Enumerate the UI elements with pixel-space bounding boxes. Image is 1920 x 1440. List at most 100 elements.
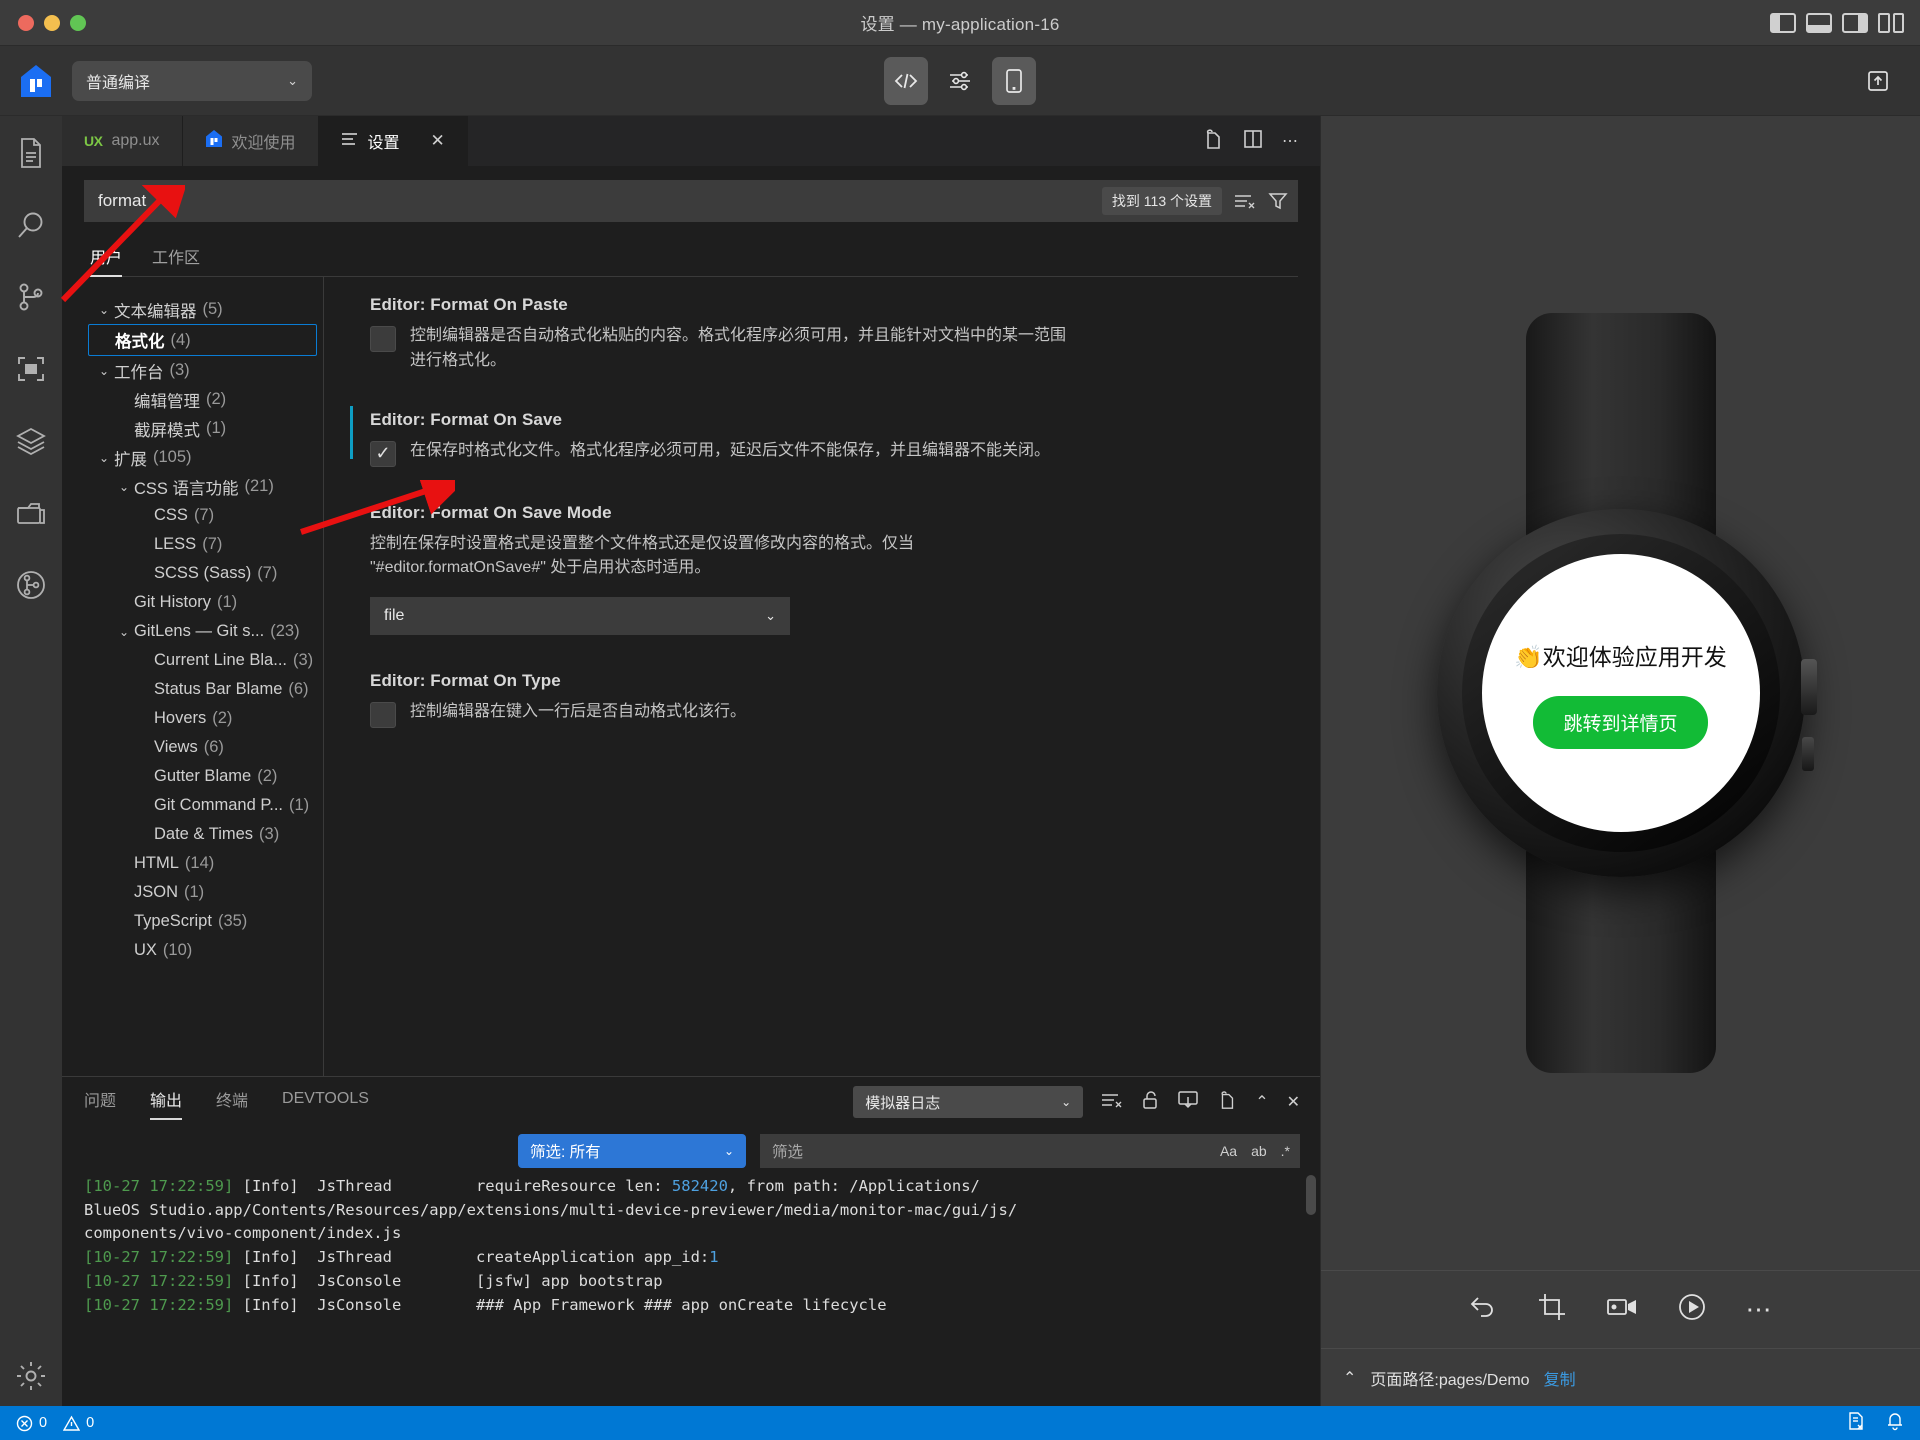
log-filter-input[interactable]: 筛选 Aa ab .* [760,1134,1300,1168]
toc-item[interactable]: ⌄ 工作台 (3) [90,356,323,385]
toc-item[interactable]: ⌄ 文本编辑器 (5) [90,295,323,324]
toc-item[interactable]: 编辑管理 (2) [90,385,323,414]
bell-icon[interactable] [1886,1411,1904,1435]
toc-item[interactable]: ⌄ GitLens — Git s... (23) [90,617,323,646]
close-icon[interactable]: ✕ [1287,1092,1300,1112]
settings-search-box[interactable]: 找到 113 个设置 [84,180,1298,222]
tab-app-ux[interactable]: UX app.ux [62,116,183,166]
toggle-panel-icon[interactable] [1806,12,1832,33]
toc-item[interactable]: 格式化 (4) [88,324,317,356]
explorer-icon[interactable] [12,134,50,172]
toc-item[interactable]: Views (6) [90,733,323,762]
match-whole-word-icon[interactable]: ab [1251,1143,1267,1159]
clear-output-icon[interactable] [1101,1092,1123,1113]
toc-item[interactable]: UX (10) [90,936,323,965]
toc-item-label: CSS 语言功能 [134,479,239,498]
toc-item[interactable]: Date & Times (3) [90,820,323,849]
output-channel-select[interactable]: 模拟器日志 ⌄ [853,1086,1084,1118]
split-editor-icon[interactable] [1242,129,1264,154]
match-case-icon[interactable]: Aa [1220,1143,1237,1159]
clear-filter-icon[interactable] [1234,193,1256,209]
chevron-down-icon[interactable]: ⌄ [94,303,114,317]
panel-tab-devtools[interactable]: DEVTOOLS [282,1090,369,1114]
chevron-down-icon[interactable]: ⌄ [114,480,134,494]
undo-icon[interactable] [1468,1294,1498,1325]
close-icon[interactable]: ✕ [431,131,445,151]
log-level-filter[interactable]: 筛选: 所有 ⌄ [518,1134,746,1168]
output-log[interactable]: [10-27 17:22:59] [Info] JsThread require… [62,1175,1320,1406]
collapse-icon[interactable]: ⌃ [1255,1092,1268,1112]
open-in-editor-icon[interactable] [1177,1090,1199,1115]
copy-path-button[interactable]: 复制 [1544,1366,1576,1390]
play-icon[interactable] [1678,1293,1706,1326]
gear-icon[interactable] [12,1362,50,1406]
chevron-down-icon[interactable]: ⌄ [94,451,114,465]
preview-settings-button[interactable] [938,57,982,105]
toc-item[interactable]: CSS (7) [90,501,323,530]
open-changes-icon[interactable] [1202,128,1224,155]
setting-select[interactable]: file ⌄ [370,597,790,636]
lock-icon[interactable] [1141,1090,1159,1115]
toc-item[interactable]: HTML (14) [90,849,323,878]
toc-item[interactable]: SCSS (Sass) (7) [90,559,323,588]
tab-settings[interactable]: 设置 ✕ [318,116,468,166]
tab-welcome[interactable]: 欢迎使用 [182,116,319,166]
toc-item[interactable]: Git Command P... (1) [90,791,323,820]
output-error-icon[interactable] [1846,1411,1866,1435]
code-view-button[interactable] [884,56,928,105]
collapse-icon[interactable]: ⌃ [1343,1368,1356,1388]
window-controls[interactable] [0,14,86,31]
status-warnings[interactable]: 0 [63,1415,94,1432]
customize-layout-icon[interactable] [1878,12,1904,33]
tab-workspace-settings[interactable]: 工作区 [152,244,200,276]
toc-item[interactable]: Gutter Blame (2) [90,762,323,791]
toc-item[interactable]: LESS (7) [90,530,323,559]
search-input[interactable] [98,191,1102,211]
layers-icon[interactable] [12,422,50,460]
search-icon[interactable] [12,206,50,244]
setting-checkbox[interactable]: ✓ [370,440,396,467]
record-icon[interactable] [1606,1295,1638,1324]
toc-item[interactable]: Git History (1) [90,588,323,617]
title-bar-layout-controls[interactable] [1770,12,1920,33]
toc-item[interactable]: ⌄ CSS 语言功能 (21) [90,472,323,501]
chevron-down-icon[interactable]: ⌄ [94,364,114,378]
log-scrollbar[interactable] [1306,1175,1316,1215]
tab-user-settings[interactable]: 用户 [90,244,123,277]
toggle-primary-sidebar-icon[interactable] [1770,12,1796,33]
toc-item[interactable]: 截屏模式 (1) [90,414,323,443]
toc-item[interactable]: Status Bar Blame (6) [90,675,323,704]
project-folder-icon[interactable] [12,494,50,532]
maximize-window-button[interactable] [70,14,86,31]
panel-tab-output[interactable]: 输出 [150,1087,183,1120]
more-icon[interactable]: ⋯ [1746,1294,1774,1325]
toc-item[interactable]: Hovers (2) [90,704,323,733]
more-actions-icon[interactable]: ⋯ [1282,131,1298,151]
panel-tab-problems[interactable]: 问题 [84,1087,116,1117]
toc-item[interactable]: JSON (1) [90,878,323,907]
toc-item-count: (10) [162,941,193,959]
chevron-down-icon[interactable]: ⌄ [114,625,134,639]
watch-screen[interactable]: 👏欢迎体验应用开发 跳转到详情页 [1481,554,1760,832]
device-preview-button[interactable] [992,56,1036,105]
toggle-secondary-sidebar-icon[interactable] [1842,12,1868,33]
toc-item[interactable]: Current Line Bla... (3) [90,646,323,675]
preview-detail-button[interactable]: 跳转到详情页 [1533,695,1708,749]
timeline-icon[interactable] [12,566,50,604]
source-control-icon[interactable] [12,278,50,316]
toc-item[interactable]: TypeScript (35) [90,907,323,936]
setting-checkbox[interactable] [370,702,396,729]
setting-checkbox[interactable] [370,326,396,352]
preview-panel-icon[interactable] [12,350,50,388]
funnel-icon[interactable] [1268,191,1288,211]
split-editor-icon[interactable] [1217,1090,1237,1115]
panel-tab-terminal[interactable]: 终端 [216,1087,248,1117]
minimize-window-button[interactable] [44,14,60,31]
build-mode-select[interactable]: 普通编译 ⌄ [72,60,312,101]
export-button[interactable] [1856,57,1900,105]
toc-item[interactable]: ⌄ 扩展 (105) [90,443,323,472]
status-errors[interactable]: 0 [16,1415,47,1432]
use-regex-icon[interactable]: .* [1281,1143,1290,1159]
crop-icon[interactable] [1538,1293,1566,1326]
close-window-button[interactable] [18,14,34,31]
